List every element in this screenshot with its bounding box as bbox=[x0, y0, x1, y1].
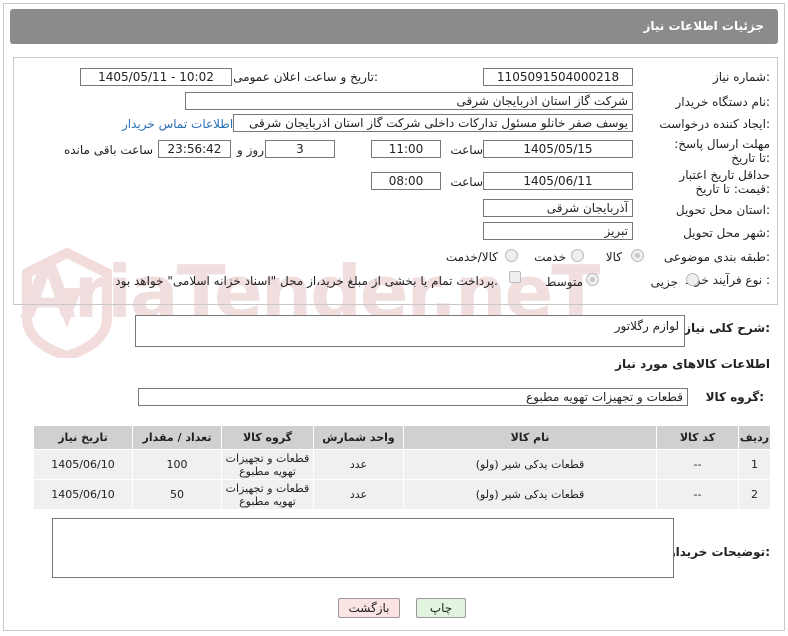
process-radio-medium[interactable] bbox=[586, 273, 599, 286]
deadline-time-field[interactable]: 11:00 bbox=[371, 140, 441, 158]
validity-date-field[interactable]: 1405/06/11 bbox=[483, 172, 633, 190]
cell-row-number: 1 bbox=[738, 449, 771, 480]
days-label: روز و bbox=[237, 143, 264, 157]
cell-unit: عدد bbox=[313, 449, 404, 480]
cell-unit: عدد bbox=[313, 479, 404, 510]
category-option-goods: کالا bbox=[605, 250, 622, 264]
creator-field[interactable]: یوسف صفر خانلو مسئول تدارکات داخلی شرکت … bbox=[233, 114, 633, 132]
goods-group-field[interactable]: قطعات و تجهیزات تهویه مطبوع bbox=[138, 388, 688, 406]
col-header-unit: واحد شمارش bbox=[313, 425, 404, 450]
process-option-medium: متوسط bbox=[545, 275, 583, 289]
remaining-label: ساعت باقی مانده bbox=[63, 143, 153, 157]
deadline-date-field[interactable]: 1405/05/15 bbox=[483, 140, 633, 158]
cell-group: قطعات و تجهیزات تهویه مطبوع bbox=[221, 479, 314, 510]
cell-quantity: 50 bbox=[132, 479, 222, 510]
goods-table: ردیف کد کالا نام کالا واحد شمارش گروه کا… bbox=[33, 425, 771, 510]
announce-label: تاریخ و ساعت اعلان عمومی: bbox=[233, 70, 378, 84]
remaining-time-field[interactable]: 23:56:42 bbox=[158, 140, 231, 158]
summary-field[interactable]: لوازم رگلاتور bbox=[135, 315, 685, 347]
table-row[interactable]: 2 -- قطعات یدکی شیر (ولو) عدد قطعات و تج… bbox=[33, 479, 771, 510]
buyer-org-field[interactable]: شرکت گاز استان اذربایجان شرقی bbox=[185, 92, 633, 110]
cell-code: -- bbox=[656, 449, 739, 480]
back-button[interactable]: بازگشت bbox=[338, 598, 400, 618]
need-number-label: شماره نیاز: bbox=[712, 70, 770, 84]
col-header-quantity: تعداد / مقدار bbox=[132, 425, 222, 450]
days-field[interactable]: 3 bbox=[265, 140, 335, 158]
cell-date: 1405/06/10 bbox=[33, 479, 133, 510]
process-option-minor: جزیی bbox=[650, 275, 678, 289]
buyer-notes-field[interactable] bbox=[52, 518, 674, 578]
col-header-name: نام کالا bbox=[403, 425, 657, 450]
page-header: جزئیات اطلاعات نیاز bbox=[10, 9, 778, 44]
category-label: طبقه بندی موضوعی: bbox=[663, 250, 770, 264]
creator-label: ایجاد کننده درخواست: bbox=[659, 117, 770, 131]
deadline-time-label: ساعت bbox=[450, 143, 483, 157]
table-header-row: ردیف کد کالا نام کالا واحد شمارش گروه کا… bbox=[33, 425, 771, 450]
validity-time-field[interactable]: 08:00 bbox=[371, 172, 441, 190]
buyer-org-label: نام دستگاه خریدار: bbox=[675, 95, 771, 109]
process-radio-minor[interactable] bbox=[686, 273, 699, 286]
category-radio-goods[interactable] bbox=[631, 249, 644, 262]
col-header-code: کد کالا bbox=[656, 425, 739, 450]
table-row[interactable]: 1 -- قطعات یدکی شیر (ولو) عدد قطعات و تج… bbox=[33, 449, 771, 480]
cell-group: قطعات و تجهیزات تهویه مطبوع bbox=[221, 449, 314, 480]
summary-label: شرح کلی نیاز: bbox=[684, 321, 770, 335]
city-field[interactable]: تبریز bbox=[483, 222, 633, 240]
province-field[interactable]: آذربایجان شرقی bbox=[483, 199, 633, 217]
cell-code: -- bbox=[656, 479, 739, 510]
city-label: شهر محل تحویل: bbox=[683, 226, 770, 240]
category-option-goods-service: کالا/خدمت bbox=[445, 250, 498, 264]
payment-checkbox[interactable] bbox=[509, 271, 521, 283]
cell-name: قطعات یدکی شیر (ولو) bbox=[403, 479, 657, 510]
need-number-field[interactable]: 1105091504000218 bbox=[483, 68, 633, 86]
announce-field[interactable]: 1405/05/11 - 10:02 bbox=[80, 68, 232, 86]
col-header-date: تاریخ نیاز bbox=[33, 425, 133, 450]
buyer-notes-label: توضیحات خریدار: bbox=[668, 545, 770, 559]
payment-note: پرداخت تمام یا بخشی از مبلغ خرید،از محل … bbox=[115, 274, 498, 288]
cell-name: قطعات یدکی شیر (ولو) bbox=[403, 449, 657, 480]
goods-group-label: گروه کالا: bbox=[705, 390, 764, 404]
print-button[interactable]: چاپ bbox=[416, 598, 466, 618]
cell-date: 1405/06/10 bbox=[33, 449, 133, 480]
category-option-service: خدمت bbox=[534, 250, 566, 264]
category-radio-service[interactable] bbox=[571, 249, 584, 262]
validity-label: حداقل تاریخ اعتبار قیمت: تا تاریخ: bbox=[679, 168, 770, 196]
validity-time-label: ساعت bbox=[450, 175, 483, 189]
goods-section-title: اطلاعات کالاهای مورد نیاز bbox=[615, 357, 770, 371]
col-header-row-number: ردیف bbox=[738, 425, 771, 450]
deadline-label: مهلت ارسال پاسخ: تا تاریخ: bbox=[674, 137, 770, 165]
category-radio-goods-service[interactable] bbox=[505, 249, 518, 262]
col-header-group: گروه کالا bbox=[221, 425, 314, 450]
cell-row-number: 2 bbox=[738, 479, 771, 510]
province-label: استان محل تحویل: bbox=[675, 203, 770, 217]
cell-quantity: 100 bbox=[132, 449, 222, 480]
contact-info-link[interactable]: اطلاعات تماس خریدار bbox=[122, 117, 233, 131]
